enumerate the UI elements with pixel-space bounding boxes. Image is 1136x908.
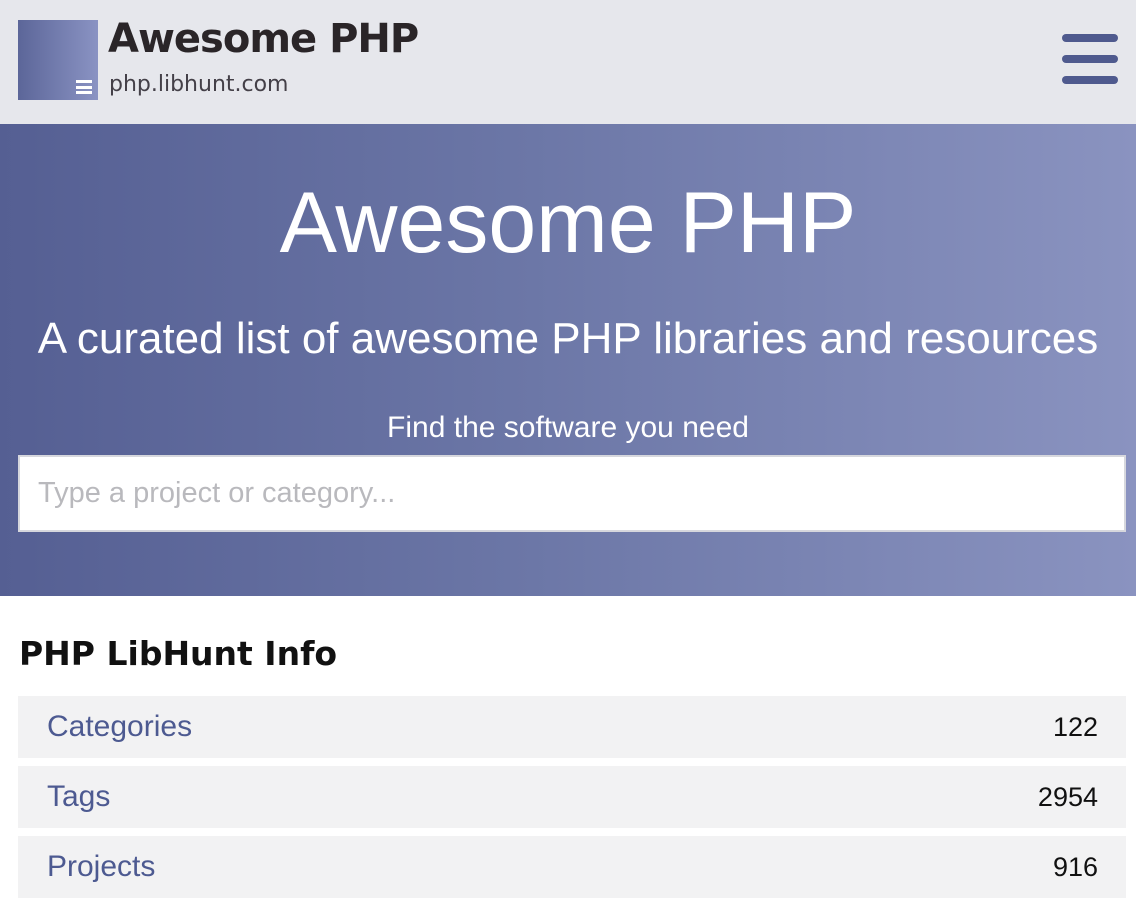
brand-title[interactable]: Awesome PHP [108, 16, 419, 62]
site-logo[interactable] [18, 20, 98, 100]
hamburger-menu-icon[interactable] [1062, 34, 1118, 84]
brand-subtitle: php.libhunt.com [109, 72, 289, 97]
info-row-label[interactable]: Tags [47, 780, 110, 814]
info-row-categories[interactable]: Categories 122 [18, 696, 1126, 758]
info-row-count: 2954 [1037, 781, 1098, 812]
search-input[interactable] [18, 455, 1126, 532]
search-label: Find the software you need [387, 411, 749, 444]
info-row-tags[interactable]: Tags 2954 [18, 766, 1126, 828]
menu-lines-icon [76, 80, 92, 94]
info-list: Categories 122 Tags 2954 Projects 916 [18, 696, 1126, 906]
info-row-label[interactable]: Categories [47, 710, 192, 744]
hero-banner: Awesome PHP A curated list of awesome PH… [0, 124, 1136, 596]
info-row-count: 916 [1052, 851, 1098, 882]
info-heading: PHP LibHunt Info [19, 634, 338, 673]
info-row-count: 122 [1052, 711, 1098, 742]
info-row-projects[interactable]: Projects 916 [18, 836, 1126, 898]
page-title: Awesome PHP [279, 175, 857, 271]
top-header: Awesome PHP php.libhunt.com [0, 0, 1136, 124]
page-subtitle: A curated list of awesome PHP libraries … [37, 314, 1099, 363]
info-row-label[interactable]: Projects [47, 850, 155, 884]
